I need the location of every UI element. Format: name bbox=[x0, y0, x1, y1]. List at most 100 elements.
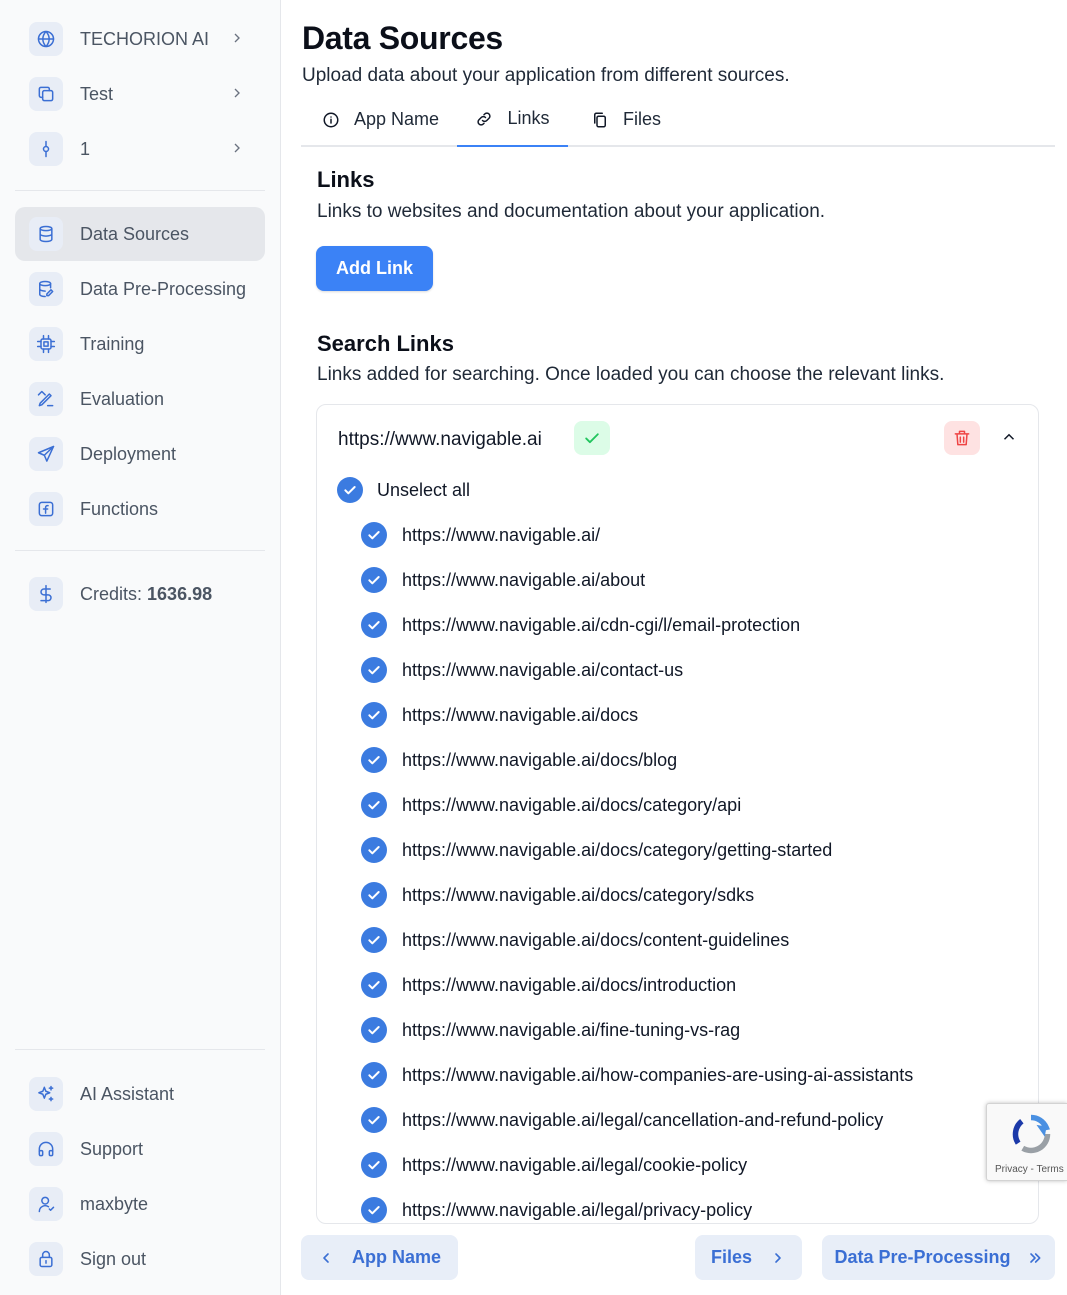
check-icon bbox=[368, 1161, 380, 1170]
function-icon bbox=[29, 492, 63, 526]
link-url: https://www.navigable.ai/legal/cookie-po… bbox=[402, 1155, 748, 1175]
chevrons-right-icon bbox=[1029, 1252, 1040, 1263]
files-icon bbox=[594, 112, 606, 127]
check-icon bbox=[368, 936, 380, 945]
page-title: Data Sources bbox=[302, 20, 503, 56]
tab-files[interactable]: Files bbox=[591, 92, 661, 147]
project-selector[interactable]: Test bbox=[15, 67, 265, 121]
link-checkbox[interactable] bbox=[361, 972, 387, 998]
sidebar-item-support[interactable]: Support bbox=[15, 1122, 265, 1176]
link-url: https://www.navigable.ai/ bbox=[402, 525, 601, 545]
link-url: https://www.navigable.ai/docs/content-gu… bbox=[402, 930, 790, 950]
sidebar-item-sign-out[interactable]: Sign out bbox=[15, 1232, 265, 1286]
sidebar-item-deployment[interactable]: Deployment bbox=[15, 427, 265, 481]
sidebar-item-data-sources[interactable]: Data Sources bbox=[15, 207, 265, 261]
sidebar-divider bbox=[15, 550, 265, 551]
links-section-subtitle: Links to websites and documentation abou… bbox=[317, 201, 826, 222]
check-icon bbox=[344, 486, 356, 495]
tab-label: Links bbox=[507, 108, 550, 128]
check-icon bbox=[368, 711, 380, 720]
check-icon bbox=[368, 531, 380, 540]
sidebar-item-data-pre-processing[interactable]: Data Pre-Processing bbox=[15, 262, 265, 316]
link-url: https://www.navigable.ai/docs/category/g… bbox=[402, 840, 833, 860]
send-icon bbox=[29, 437, 63, 471]
sparkles-icon bbox=[29, 1077, 63, 1111]
link-url: https://www.navigable.ai/docs/introducti… bbox=[402, 975, 737, 995]
back-app-name-button[interactable]: App Name bbox=[301, 1235, 458, 1280]
link-checkbox[interactable] bbox=[361, 792, 387, 818]
chevron-up-icon bbox=[1003, 433, 1015, 440]
search-links-title: Search Links bbox=[317, 331, 454, 356]
link-url: https://www.navigable.ai/docs/category/s… bbox=[402, 885, 755, 905]
check-icon bbox=[368, 621, 380, 630]
recaptcha-badge[interactable]: Privacy - Terms bbox=[986, 1103, 1067, 1181]
sidebar-item-label: Data Sources bbox=[80, 224, 190, 244]
database-edit-icon bbox=[29, 272, 63, 306]
sidebar-item-label: Support bbox=[80, 1139, 144, 1159]
check-icon bbox=[368, 846, 380, 855]
sidebar-item-evaluation[interactable]: Evaluation bbox=[15, 372, 265, 426]
link-checkbox[interactable] bbox=[361, 522, 387, 548]
git-commit-icon bbox=[29, 132, 63, 166]
link-checkbox[interactable] bbox=[361, 882, 387, 908]
sidebar-item-label: Training bbox=[80, 334, 145, 354]
check-icon bbox=[368, 981, 380, 990]
link-url: https://www.navigable.ai/cdn-cgi/l/email… bbox=[402, 615, 801, 635]
org-selector[interactable]: TECHORION AI bbox=[15, 12, 265, 66]
sidebar-item-user[interactable]: maxbyte bbox=[15, 1177, 265, 1231]
project-name: Test bbox=[80, 84, 114, 104]
search-links-subtitle: Links added for searching. Once loaded y… bbox=[317, 364, 945, 385]
version-selector[interactable]: 1 bbox=[15, 122, 265, 176]
check-icon bbox=[574, 421, 610, 455]
check-icon bbox=[368, 666, 380, 675]
link-checkbox[interactable] bbox=[361, 927, 387, 953]
skip-data-pre-processing-button[interactable]: Data Pre-Processing bbox=[822, 1235, 1055, 1280]
sidebar-divider bbox=[15, 1049, 265, 1050]
link-checkbox[interactable] bbox=[361, 1152, 387, 1178]
next-button-label: Files bbox=[710, 1247, 753, 1267]
link-url: https://www.navigable.ai/docs/blog bbox=[402, 750, 678, 770]
cpu-icon bbox=[29, 327, 63, 361]
sidebar-item-label: Data Pre-Processing bbox=[80, 279, 247, 299]
link-checkbox[interactable] bbox=[361, 657, 387, 683]
link-checkbox[interactable] bbox=[361, 1017, 387, 1043]
link-url: https://www.navigable.ai/docs/category/a… bbox=[402, 795, 742, 815]
sidebar-item-label: Evaluation bbox=[80, 389, 165, 409]
sidebar-item-ai-assistant[interactable]: AI Assistant bbox=[15, 1067, 265, 1121]
sidebar-item-training[interactable]: Training bbox=[15, 317, 265, 371]
tab-links[interactable]: Links bbox=[457, 92, 568, 147]
check-icon bbox=[368, 801, 380, 810]
link-checkbox[interactable] bbox=[361, 612, 387, 638]
link-checkbox[interactable] bbox=[361, 1062, 387, 1088]
link-url: https://www.navigable.ai/contact-us bbox=[402, 660, 684, 680]
collapse-button[interactable] bbox=[1000, 428, 1020, 448]
check-icon bbox=[368, 576, 380, 585]
credits-value: 1636.98 bbox=[147, 584, 213, 604]
dollar-icon bbox=[29, 577, 63, 611]
check-icon bbox=[368, 1116, 380, 1125]
sidebar-item-label: Sign out bbox=[80, 1249, 147, 1269]
link-checkbox[interactable] bbox=[361, 1107, 387, 1133]
database-icon bbox=[29, 217, 63, 251]
link-checkbox[interactable] bbox=[361, 567, 387, 593]
recaptcha-terms[interactable]: Privacy - Terms bbox=[995, 1164, 1064, 1175]
sidebar-item-functions[interactable]: Functions bbox=[15, 482, 265, 536]
link-checkbox[interactable] bbox=[361, 837, 387, 863]
page-subtitle: Upload data about your application from … bbox=[302, 65, 790, 86]
link-checkbox[interactable] bbox=[361, 702, 387, 728]
link-checkbox[interactable] bbox=[361, 747, 387, 773]
user-icon bbox=[29, 1187, 63, 1221]
next-files-button[interactable]: Files bbox=[695, 1235, 802, 1280]
sidebar-item-label: Functions bbox=[80, 499, 159, 519]
tab-label: Files bbox=[623, 109, 662, 129]
links-section-title: Links bbox=[317, 167, 375, 192]
sidebar-divider bbox=[15, 190, 265, 191]
delete-link-group-button[interactable] bbox=[944, 421, 980, 455]
link-checkbox[interactable] bbox=[361, 1197, 387, 1223]
skip-button-label: Data Pre-Processing bbox=[834, 1247, 1011, 1267]
sidebar-item-label: Deployment bbox=[80, 444, 177, 464]
check-icon bbox=[368, 1206, 380, 1215]
tab-app-name[interactable]: App Name bbox=[322, 92, 439, 147]
unselect-all-checkbox[interactable] bbox=[337, 477, 363, 503]
add-link-button[interactable]: Add Link bbox=[316, 246, 433, 291]
